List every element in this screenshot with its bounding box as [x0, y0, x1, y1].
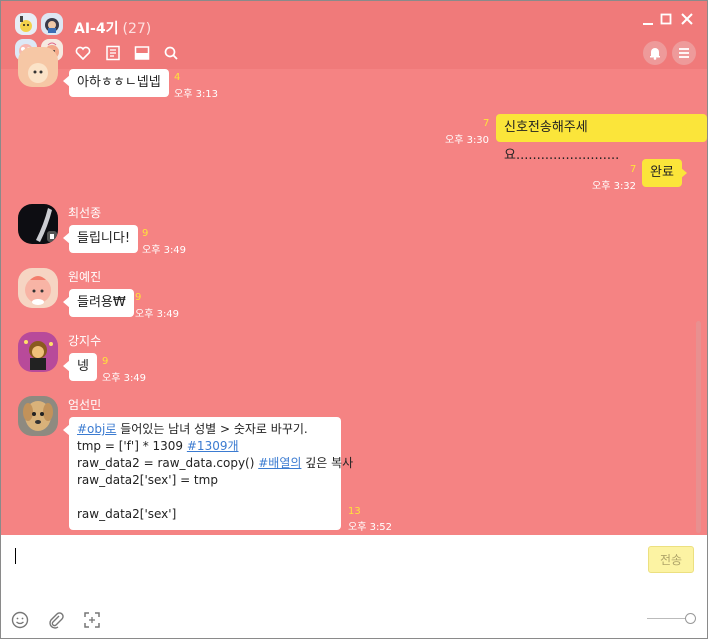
sender-avatar[interactable]: [18, 396, 58, 436]
unread-count: 9: [102, 356, 109, 367]
message-input[interactable]: [1, 535, 707, 638]
sender-name: 엄선민: [68, 398, 102, 412]
message-time: 오후 3:49: [102, 373, 147, 384]
message-line: raw_data2 = raw_data.copy() #배열의 깊은 복사: [77, 456, 354, 470]
unread-count: 7: [483, 118, 490, 129]
message-time: 오후 3:52: [348, 522, 393, 533]
unread-count: 9: [135, 292, 142, 303]
message-bubble[interactable]: #obj로 들어있는 남녀 성별 > 숫자로 바꾸기. tmp = ['f'] …: [69, 417, 354, 530]
message-text: 들립니다!: [77, 231, 131, 246]
attach-icon[interactable]: [47, 611, 65, 629]
chat-window: AI-4기 (27) 아하ㅎㅎㄴ넵넵 4 오후 3:13 신호전송해주세요...…: [0, 0, 708, 639]
message-text: 완료: [650, 165, 674, 180]
chat-header: AI-4기 (27): [1, 1, 707, 69]
message-time: 오후 3:49: [142, 245, 187, 256]
message-line: #obj로 들어있는 남녀 성별 > 숫자로 바꾸기.: [77, 422, 308, 436]
message-line: [77, 489, 333, 506]
member-count: (27): [122, 21, 152, 37]
unread-count: 7: [630, 164, 637, 175]
message-text: 들려용₩: [77, 295, 126, 310]
message-bubble[interactable]: 아하ㅎㅎㄴ넵넵: [69, 69, 169, 97]
message-text: 신호전송해주세요.........................: [504, 120, 620, 163]
maximize-icon[interactable]: [659, 12, 673, 26]
bubble-tail: [63, 232, 70, 244]
search-icon[interactable]: [163, 45, 179, 61]
menu-icon[interactable]: [672, 41, 696, 65]
message-time: 오후 3:32: [592, 181, 637, 192]
unread-count: 13: [348, 506, 361, 517]
bubble-tail: [63, 296, 70, 308]
hashtag-link[interactable]: #1309개: [187, 439, 239, 453]
sender-name: 원예진: [68, 270, 102, 284]
bubble-tail: [680, 167, 687, 179]
message-time: 오후 3:13: [174, 89, 219, 100]
emoticon-icon[interactable]: [11, 611, 29, 629]
bubble-tail: [680, 122, 687, 134]
sender-avatar[interactable]: [18, 268, 58, 308]
member-avatar: [41, 13, 63, 35]
chat-title: AI-4기 (27): [74, 18, 151, 38]
capture-icon[interactable]: [83, 611, 101, 629]
message-bubble[interactable]: 들려용₩: [69, 289, 134, 317]
bubble-tail: [63, 360, 70, 372]
my-message-bubble[interactable]: 완료: [642, 159, 682, 187]
sender-avatar[interactable]: [18, 47, 58, 87]
message-line: raw_data2['sex']: [77, 507, 177, 521]
text-caret: [15, 548, 16, 564]
message-time: 오후 3:30: [445, 135, 490, 146]
album-icon[interactable]: [134, 45, 150, 61]
notes-icon[interactable]: [105, 45, 121, 61]
sender-avatar[interactable]: [18, 332, 58, 372]
heart-icon[interactable]: [75, 45, 91, 61]
chat-room-name: AI-4기: [74, 21, 119, 37]
slider-handle[interactable]: [685, 613, 696, 624]
unread-count: 4: [174, 72, 181, 83]
unread-count: 9: [142, 228, 149, 239]
message-line: raw_data2['sex'] = tmp: [77, 473, 218, 487]
member-avatar: [15, 13, 37, 35]
hashtag-link[interactable]: #배열의: [258, 456, 301, 470]
message-line: tmp = ['f'] * 1309 #1309개: [77, 439, 239, 453]
bubble-tail: [63, 75, 70, 87]
message-text: 넹: [77, 359, 89, 374]
message-bubble[interactable]: 넹: [69, 353, 97, 381]
sender-name: 최선종: [68, 206, 102, 220]
message-text: 아하ㅎㅎㄴ넵넵: [77, 75, 161, 90]
message-time: 오후 3:49: [135, 309, 180, 320]
send-button[interactable]: 전송: [648, 546, 694, 573]
close-icon[interactable]: [680, 12, 694, 26]
my-message-bubble[interactable]: 신호전송해주세요.........................: [496, 114, 707, 163]
minimize-icon[interactable]: [641, 12, 655, 26]
sender-name: 강지수: [68, 334, 102, 348]
sender-avatar[interactable]: [18, 204, 58, 244]
hashtag-link[interactable]: #obj로: [77, 422, 116, 436]
message-bubble[interactable]: 들립니다!: [69, 225, 139, 253]
bell-icon[interactable]: [643, 41, 667, 65]
chat-scrollbar[interactable]: [696, 321, 701, 533]
